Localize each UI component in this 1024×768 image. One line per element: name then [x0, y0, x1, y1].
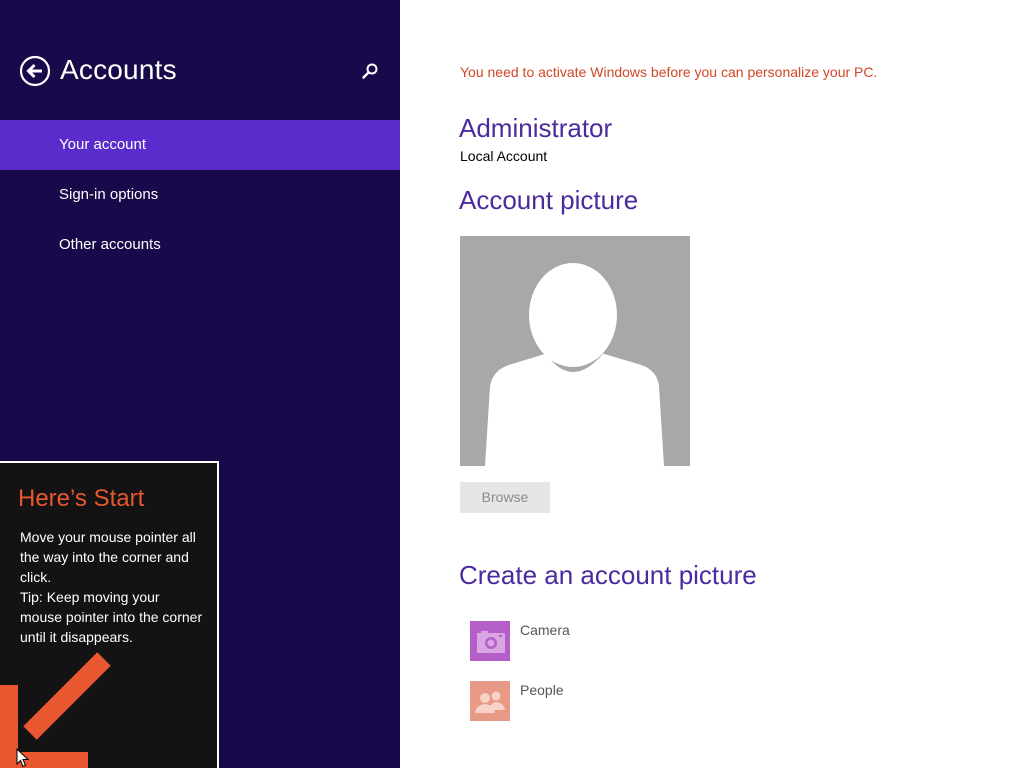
account-content: You need to activate Windows before you … [400, 0, 1024, 768]
page-title: Accounts [60, 54, 177, 85]
start-tip-popup[interactable]: Here’s Start Move your mouse pointer all… [0, 461, 219, 768]
back-arrow-icon [19, 55, 51, 87]
back-button[interactable] [19, 55, 51, 87]
nav-list: Your account Sign-in options Other accou… [0, 120, 400, 270]
people-icon [470, 681, 510, 721]
nav-item-your-account[interactable]: Your account [0, 120, 400, 170]
browse-button[interactable]: Browse [460, 482, 550, 513]
activation-warning: You need to activate Windows before you … [460, 64, 878, 80]
default-user-avatar-icon [460, 236, 690, 466]
nav-item-other-accounts[interactable]: Other accounts [0, 220, 400, 270]
camera-icon [470, 621, 510, 661]
camera-tile [470, 621, 510, 661]
tip-hint: Tip: Keep moving your mouse pointer into… [20, 589, 203, 645]
camera-app-item[interactable]: Camera [470, 621, 770, 663]
tip-title: Here’s Start [18, 485, 145, 512]
people-tile [470, 681, 510, 721]
nav-item-sign-in-options[interactable]: Sign-in options [0, 170, 400, 220]
people-label: People [520, 682, 564, 698]
people-app-item[interactable]: People [470, 681, 770, 723]
search-icon [362, 63, 378, 79]
settings-nav-pane: Accounts Your account Sign-in options Ot… [0, 0, 400, 768]
search-button[interactable] [358, 60, 382, 84]
tip-instruction: Move your mouse pointer all the way into… [20, 529, 196, 585]
account-picture-heading: Account picture [459, 185, 639, 215]
user-name: Administrator [459, 113, 613, 143]
nav-header: Accounts [0, 48, 400, 94]
tip-body: Move your mouse pointer all the way into… [20, 527, 205, 647]
account-type: Local Account [460, 148, 548, 164]
camera-label: Camera [520, 622, 570, 638]
create-account-picture-heading: Create an account picture [459, 560, 757, 590]
account-picture [460, 236, 690, 466]
mouse-pointer-icon [16, 748, 30, 768]
